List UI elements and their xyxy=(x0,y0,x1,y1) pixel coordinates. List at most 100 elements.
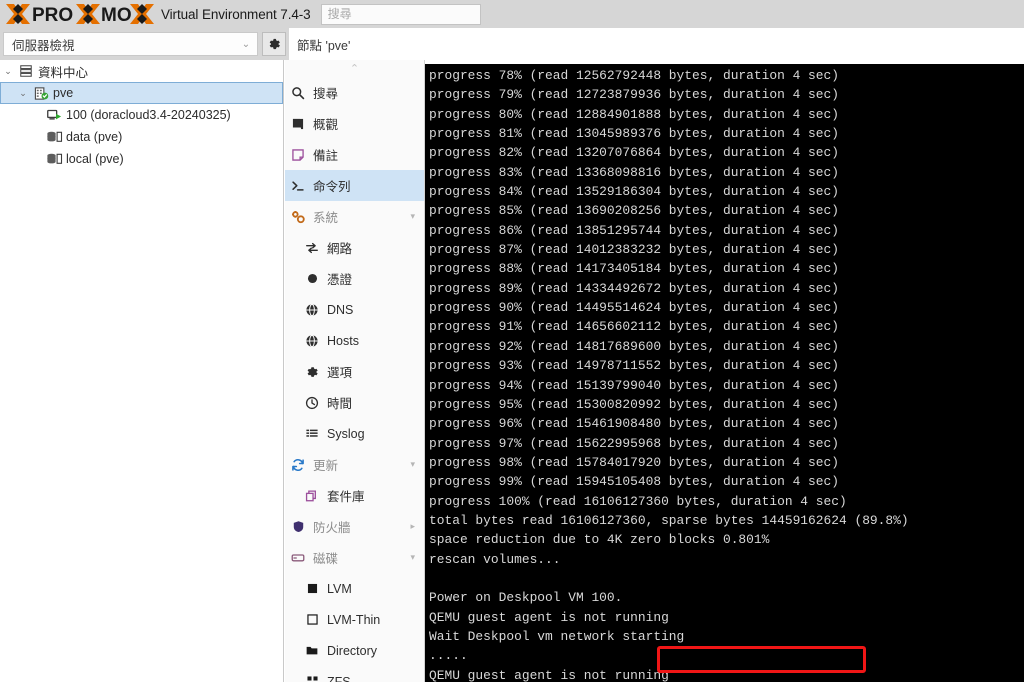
nav-item-label: 更新 xyxy=(313,459,339,473)
nav-item-search[interactable]: 搜尋 xyxy=(285,77,424,108)
terminal-line: progress 95% (read 15300820992 bytes, du… xyxy=(429,396,839,412)
terminal-line: progress 97% (read 15622995968 bytes, du… xyxy=(429,435,839,451)
tree-item-1[interactable]: ⌄ pve xyxy=(0,82,283,104)
terminal-line: ..... xyxy=(429,648,468,664)
nav-item-lvm-thin[interactable]: LVM-Thin xyxy=(285,604,424,635)
nav-item-label: ZFS xyxy=(327,674,351,682)
system-icon xyxy=(285,210,311,224)
search-icon xyxy=(285,86,311,100)
nav-item-label: 命令列 xyxy=(313,180,351,194)
chevron-right-icon[interactable]: ▸ xyxy=(410,521,415,532)
nav-item-updates[interactable]: 更新 ▾ xyxy=(285,449,424,480)
gear-icon xyxy=(269,38,280,50)
proxmox-logo: PRO MO xyxy=(0,0,154,28)
nav-item-directory[interactable]: Directory xyxy=(285,635,424,666)
terminal-line: Power on Deskpool VM 100. xyxy=(429,590,623,606)
nav-item-label: DNS xyxy=(327,302,354,317)
tree-item-4[interactable]: local (pve) xyxy=(0,148,283,170)
tree-item-0[interactable]: ⌄ 資料中心 xyxy=(0,60,283,82)
node-nav-menu: ⌃ 搜尋概觀備註命令列系統 ▾ 網路 憑證 DNS Hosts 選項時間 Syslog 更新 ▾ 套… xyxy=(285,60,425,682)
nav-item-label: 選項 xyxy=(327,366,353,380)
nav-item-syslog[interactable]: Syslog xyxy=(285,418,424,449)
nav-item-summary[interactable]: 概觀 xyxy=(285,108,424,139)
product-name: Virtual Environment 7.4-3 xyxy=(161,6,311,22)
svg-text:MO: MO xyxy=(101,5,132,25)
tree-item-label: pve xyxy=(53,86,74,100)
tree-item-2[interactable]: 100 (doracloud3.4-20240325) xyxy=(0,104,283,126)
terminal-line: progress 86% (read 13851295744 bytes, du… xyxy=(429,222,839,238)
server-view-selector[interactable]: 伺服器檢視 ⌄ xyxy=(3,32,258,56)
settings-button[interactable] xyxy=(262,32,286,56)
terminal-line: QEMU guest agent is not running xyxy=(429,667,669,682)
tree-expander-icon[interactable]: ⌄ xyxy=(15,88,31,99)
terminal-line: progress 83% (read 13368098816 bytes, du… xyxy=(429,164,839,180)
terminal-line: progress 79% (read 12723879936 bytes, du… xyxy=(429,87,839,103)
nav-item-system[interactable]: 系統 ▾ xyxy=(285,201,424,232)
terminal-line: total bytes read 16106127360, sparse byt… xyxy=(429,512,909,528)
search-input[interactable] xyxy=(320,3,481,25)
shell-terminal[interactable]: progress 78% (read 12562792448 bytes, du… xyxy=(425,64,1024,682)
nav-item-disks[interactable]: 磁碟 ▾ xyxy=(285,542,424,573)
notes-icon xyxy=(285,148,311,162)
options-icon xyxy=(299,365,325,379)
disks-icon xyxy=(285,551,311,565)
syslog-icon xyxy=(299,427,325,441)
updates-icon xyxy=(285,458,311,472)
nav-item-firewall[interactable]: 防火牆 ▸ xyxy=(285,511,424,542)
terminal-line: progress 96% (read 15461908480 bytes, du… xyxy=(429,416,839,432)
terminal-line: progress 81% (read 13045989376 bytes, du… xyxy=(429,126,839,142)
time-icon xyxy=(299,396,325,410)
nav-item-label: 時間 xyxy=(327,397,353,411)
nav-item-shell[interactable]: 命令列 xyxy=(285,170,424,201)
nav-item-options[interactable]: 選項 xyxy=(285,356,424,387)
nav-item-zfs[interactable]: ZFS xyxy=(285,666,424,682)
terminal-line: progress 94% (read 15139799040 bytes, du… xyxy=(429,377,839,393)
lvm-icon xyxy=(299,582,325,595)
terminal-line: progress 88% (read 14173405184 bytes, du… xyxy=(429,261,839,277)
nav-item-repository[interactable]: 套件庫 xyxy=(285,480,424,511)
nav-item-label: 系統 xyxy=(313,211,339,225)
terminal-line: progress 98% (read 15784017920 bytes, du… xyxy=(429,454,839,470)
hosts-icon xyxy=(299,334,325,348)
tree-item-label: 資料中心 xyxy=(38,65,89,80)
datacenter-icon xyxy=(16,64,36,78)
nav-item-notes[interactable]: 備註 xyxy=(285,139,424,170)
chevron-down-icon[interactable]: ▾ xyxy=(410,459,415,470)
proxmox-logo-svg: PRO MO xyxy=(6,4,154,25)
chevron-down-icon[interactable]: ▾ xyxy=(410,211,415,222)
summary-icon xyxy=(285,117,311,131)
terminal-line: progress 82% (read 13207076864 bytes, du… xyxy=(429,145,839,161)
nav-item-certificate[interactable]: 憑證 xyxy=(285,263,424,294)
server-view-value: 伺服器檢視 xyxy=(12,38,75,53)
terminal-line: progress 92% (read 14817689600 bytes, du… xyxy=(429,338,839,354)
terminal-line: progress 91% (read 14656602112 bytes, du… xyxy=(429,319,839,335)
repository-icon xyxy=(299,489,325,503)
collapse-panel-icon[interactable]: ⌃ xyxy=(285,60,424,77)
tree-item-3[interactable]: data (pve) xyxy=(0,126,283,148)
nav-item-label: 套件庫 xyxy=(327,490,365,504)
tree-item-label: data (pve) xyxy=(66,130,123,144)
secondary-bar: 伺服器檢視 ⌄ 節點 'pve' xyxy=(0,28,1024,60)
terminal-line: progress 100% (read 16106127360 bytes, d… xyxy=(429,493,847,509)
nav-item-label: LVM-Thin xyxy=(327,612,381,627)
shell-icon xyxy=(285,179,311,193)
nav-item-hosts[interactable]: Hosts xyxy=(285,325,424,356)
terminal-line: progress 90% (read 14495514624 bytes, du… xyxy=(429,300,839,316)
nav-item-time[interactable]: 時間 xyxy=(285,387,424,418)
terminal-output: progress 78% (read 12562792448 bytes, du… xyxy=(425,64,1024,682)
dns-icon xyxy=(299,303,325,317)
nav-list: 搜尋概觀備註命令列系統 ▾ 網路 憑證 DNS Hosts 選項時間 Syslog 更新 ▾ 套件庫… xyxy=(285,77,424,682)
nav-item-label: 概觀 xyxy=(313,118,339,132)
terminal-line: progress 93% (read 14978711552 bytes, du… xyxy=(429,358,839,374)
nav-item-network[interactable]: 網路 xyxy=(285,232,424,263)
tree-expander-icon[interactable]: ⌄ xyxy=(0,66,16,77)
nav-item-lvm[interactable]: LVM xyxy=(285,573,424,604)
network-icon xyxy=(299,241,325,255)
chevron-down-icon[interactable]: ▾ xyxy=(410,552,415,563)
tree-item-label: 100 (doracloud3.4-20240325) xyxy=(66,108,231,122)
nav-item-dns[interactable]: DNS xyxy=(285,294,424,325)
nav-item-label: 磁碟 xyxy=(313,552,339,566)
nav-item-label: LVM xyxy=(327,581,352,596)
qemu-vm-icon xyxy=(44,108,64,122)
nav-item-label: Hosts xyxy=(327,333,359,348)
